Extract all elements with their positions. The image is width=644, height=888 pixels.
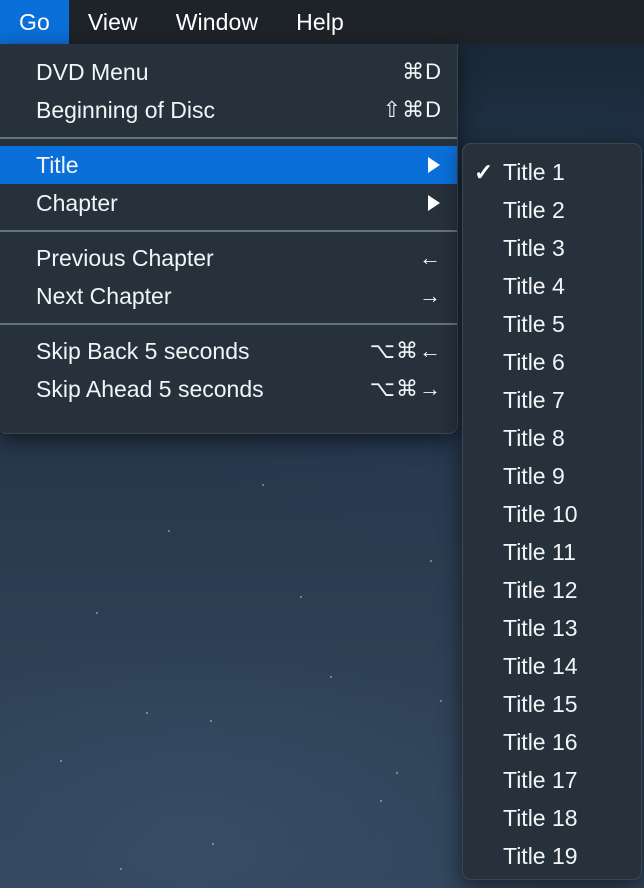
- menu-item-shortcut: ⌘D: [402, 59, 442, 84]
- menu-item-next-chapter[interactable]: Next Chapter →: [0, 277, 457, 315]
- submenu-item-label: Title 18: [503, 804, 578, 831]
- screen: Go View Window Help DVD Menu ⌘D Beginning of …: [0, 0, 644, 888]
- submenu-arrow-icon: [428, 195, 440, 211]
- menu-item-label: Skip Back 5 seconds: [36, 337, 250, 364]
- menu-separator: [0, 230, 457, 232]
- submenu-item-label: Title 5: [503, 310, 565, 337]
- menu-item-label: Previous Chapter: [36, 244, 214, 271]
- menu-separator: [0, 137, 457, 139]
- menu-item-label: Beginning of Disc: [36, 96, 215, 123]
- star-speck: [146, 712, 148, 714]
- menu-item-label: DVD Menu: [36, 58, 149, 85]
- menu-separator: [0, 323, 457, 325]
- menu-item-shortcut: ⌥⌘←: [369, 338, 442, 363]
- star-speck: [168, 530, 170, 532]
- submenu-item-label: Title 19: [503, 842, 578, 869]
- submenu-item-title-15[interactable]: Title 15: [463, 685, 641, 723]
- submenu-item-title-8[interactable]: Title 8: [463, 419, 641, 457]
- submenu-item-label: Title 8: [503, 424, 565, 451]
- menubar-item-window[interactable]: Window: [157, 0, 277, 44]
- menu-item-skip-back-5-seconds[interactable]: Skip Back 5 seconds ⌥⌘←: [0, 332, 457, 370]
- menu-item-shortcut: ←: [419, 245, 442, 270]
- submenu-item-label: Title 10: [503, 500, 578, 527]
- menu-item-label: Next Chapter: [36, 282, 172, 309]
- submenu-item-title-6[interactable]: Title 6: [463, 343, 641, 381]
- star-speck: [212, 843, 214, 845]
- menu-item-label: Title: [36, 151, 79, 178]
- submenu-item-title-2[interactable]: Title 2: [463, 191, 641, 229]
- menu-item-shortcut: ⇧⌘D: [382, 97, 442, 122]
- menu-item-beginning-of-disc[interactable]: Beginning of Disc ⇧⌘D: [0, 91, 457, 129]
- menu-bar: Go View Window Help: [0, 0, 644, 44]
- menubar-item-view[interactable]: View: [69, 0, 157, 44]
- star-speck: [380, 800, 382, 802]
- submenu-item-label: Title 2: [503, 196, 565, 223]
- star-speck: [120, 868, 122, 870]
- star-speck: [330, 676, 332, 678]
- submenu-item-title-1[interactable]: ✓ Title 1: [463, 153, 641, 191]
- submenu-item-label: Title 4: [503, 272, 565, 299]
- submenu-item-title-19[interactable]: Title 19: [463, 837, 641, 875]
- star-speck: [60, 760, 62, 762]
- submenu-item-title-18[interactable]: Title 18: [463, 799, 641, 837]
- star-speck: [300, 596, 302, 598]
- menubar-item-help[interactable]: Help: [277, 0, 363, 44]
- submenu-item-title-5[interactable]: Title 5: [463, 305, 641, 343]
- star-speck: [262, 484, 264, 486]
- submenu-arrow-icon: [428, 157, 440, 173]
- menu-item-shortcut: →: [419, 283, 442, 308]
- submenu-item-label: Title 12: [503, 576, 578, 603]
- star-speck: [440, 700, 442, 702]
- submenu-item-label: Title 9: [503, 462, 565, 489]
- title-submenu-panel: ✓ Title 1 Title 2 Title 3 Title 4 Title 5 Titl…: [462, 143, 642, 880]
- submenu-item-label: Title 6: [503, 348, 565, 375]
- submenu-item-title-13[interactable]: Title 13: [463, 609, 641, 647]
- submenu-item-label: Title 11: [503, 538, 576, 565]
- menu-item-label: Chapter: [36, 189, 118, 216]
- submenu-item-label: Title 1: [503, 158, 565, 185]
- submenu-item-title-10[interactable]: Title 10: [463, 495, 641, 533]
- menu-item-dvd-menu[interactable]: DVD Menu ⌘D: [0, 53, 457, 91]
- submenu-item-title-11[interactable]: Title 11: [463, 533, 641, 571]
- star-speck: [210, 720, 212, 722]
- submenu-item-label: Title 7: [503, 386, 565, 413]
- menubar-item-go[interactable]: Go: [0, 0, 69, 44]
- submenu-item-label: Title 17: [503, 766, 578, 793]
- submenu-item-title-3[interactable]: Title 3: [463, 229, 641, 267]
- menu-item-skip-ahead-5-seconds[interactable]: Skip Ahead 5 seconds ⌥⌘→: [0, 370, 457, 408]
- submenu-item-title-4[interactable]: Title 4: [463, 267, 641, 305]
- submenu-item-title-12[interactable]: Title 12: [463, 571, 641, 609]
- menu-item-shortcut: ⌥⌘→: [369, 376, 442, 401]
- menu-item-title[interactable]: Title: [0, 146, 457, 184]
- menu-item-label: Skip Ahead 5 seconds: [36, 375, 264, 402]
- menu-item-previous-chapter[interactable]: Previous Chapter ←: [0, 239, 457, 277]
- go-menu-panel: DVD Menu ⌘D Beginning of Disc ⇧⌘D Title Chapt…: [0, 44, 458, 434]
- submenu-item-label: Title 13: [503, 614, 578, 641]
- submenu-item-title-16[interactable]: Title 16: [463, 723, 641, 761]
- star-speck: [396, 772, 398, 774]
- submenu-item-title-14[interactable]: Title 14: [463, 647, 641, 685]
- menu-item-chapter[interactable]: Chapter: [0, 184, 457, 222]
- star-speck: [96, 612, 98, 614]
- submenu-item-title-9[interactable]: Title 9: [463, 457, 641, 495]
- submenu-item-label: Title 15: [503, 690, 578, 717]
- star-speck: [430, 560, 432, 562]
- submenu-item-label: Title 16: [503, 728, 578, 755]
- submenu-item-label: Title 14: [503, 652, 578, 679]
- submenu-item-title-17[interactable]: Title 17: [463, 761, 641, 799]
- checkmark-icon: ✓: [474, 158, 494, 185]
- submenu-item-title-7[interactable]: Title 7: [463, 381, 641, 419]
- submenu-item-label: Title 3: [503, 234, 565, 261]
